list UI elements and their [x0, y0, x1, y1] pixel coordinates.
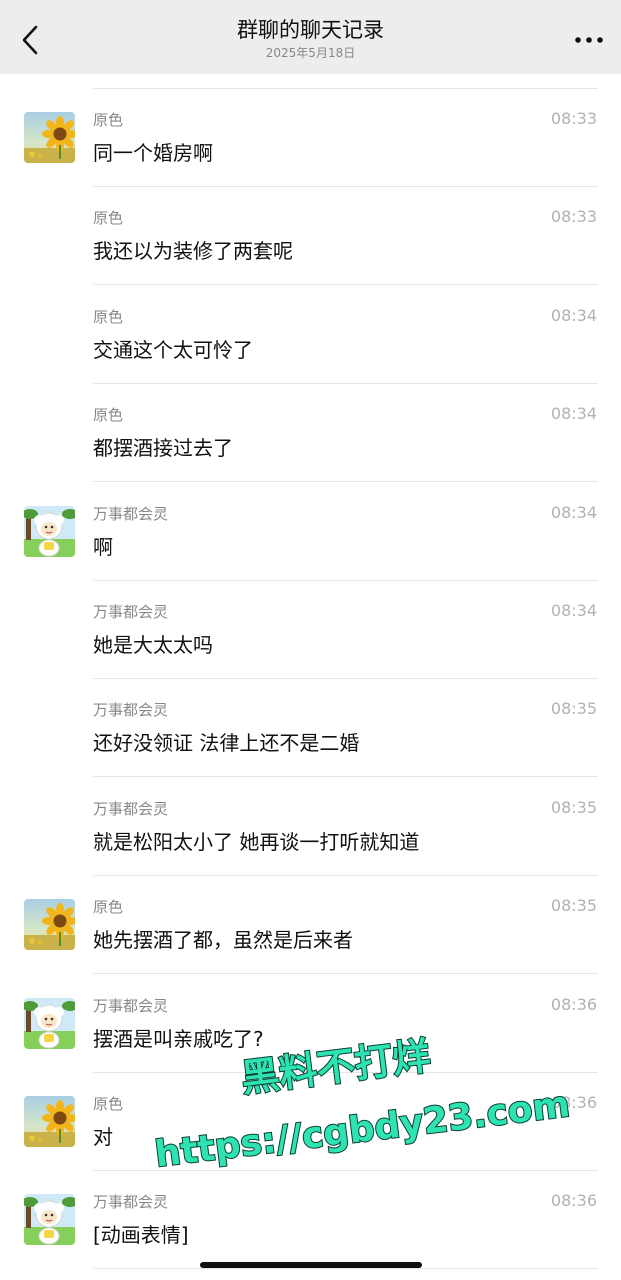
message-text[interactable]: 她先摆酒了都，虽然是后来者 [93, 926, 353, 954]
page-title: 群聊的聊天记录 [237, 18, 384, 42]
message-text[interactable]: 她是大太太吗 [93, 631, 213, 659]
back-button[interactable] [14, 20, 50, 60]
sender-name: 原色 [93, 1095, 124, 1113]
sender-name: 万事都会灵 [93, 799, 169, 818]
message-time: 08:35 [550, 797, 597, 817]
message-row[interactable]: 万事都会灵 08:36 [动画表情] [0, 1171, 621, 1270]
message-text[interactable]: [动画表情] [93, 1221, 189, 1249]
sender-name: 万事都会灵 [93, 701, 169, 720]
avatar-sheep-icon[interactable] [24, 505, 75, 557]
message-time: 08:34 [550, 601, 597, 620]
message-row[interactable]: 万事都会灵 08:36 摆酒是叫亲戚吃了? [0, 975, 621, 1073]
chevron-left-icon [22, 25, 38, 55]
more-horizontal-icon [575, 37, 603, 43]
avatar-sunflower-icon[interactable] [24, 899, 75, 951]
sender-name: 原色 [93, 898, 124, 917]
message-text[interactable]: 对 [93, 1123, 113, 1151]
message-time: 08:35 [550, 896, 597, 916]
message-time: 08:33 [550, 207, 597, 227]
title-block: 群聊的聊天记录 2025年5月18日 [100, 16, 521, 61]
message-time: 08:36 [550, 1093, 597, 1112]
nav-bar: 群聊的聊天记录 2025年5月18日 [0, 0, 621, 74]
message-row[interactable]: 万事都会灵 08:34 她是大太太吗 [0, 581, 621, 679]
message-time: 08:34 [550, 305, 597, 325]
message-text[interactable]: 都摆酒接过去了 [93, 434, 233, 462]
message-time: 08:34 [550, 404, 597, 424]
message-time: 08:33 [550, 109, 597, 128]
message-row[interactable]: 原色 08:33 同一个婚房啊 [0, 89, 621, 187]
message-text[interactable]: 同一个婚房啊 [93, 139, 213, 167]
sender-name: 原色 [93, 406, 124, 425]
home-indicator[interactable] [200, 1262, 422, 1268]
message-text[interactable]: 啊 [93, 533, 113, 561]
message-text[interactable]: 交通这个太可怜了 [93, 336, 253, 364]
message-text[interactable]: 我还以为装修了两套呢 [93, 237, 293, 265]
message-row[interactable]: 万事都会灵 08:35 就是松阳太小了 她再谈一打听就知道 [0, 778, 621, 876]
message-time: 08:35 [550, 699, 597, 719]
avatar-sunflower-icon[interactable] [24, 112, 75, 163]
more-button[interactable] [571, 25, 607, 55]
sender-name: 万事都会灵 [93, 603, 169, 621]
sender-name: 原色 [93, 307, 124, 326]
message-text[interactable]: 摆酒是叫亲戚吃了? [93, 1025, 264, 1053]
avatar-sheep-icon[interactable] [24, 997, 75, 1049]
sender-name: 万事都会灵 [93, 1193, 169, 1212]
sender-name: 万事都会灵 [93, 504, 169, 523]
chat-history-screen: 群聊的聊天记录 2025年5月18日 原色 08:33 同一个婚房啊 原色 08:33 我… [0, 0, 621, 1280]
message-time: 08:36 [550, 1191, 597, 1211]
message-row[interactable]: 原色 08:35 她先摆酒了都，虽然是后来者 [0, 876, 621, 975]
divider [93, 1268, 598, 1270]
message-row[interactable]: 万事都会灵 08:35 还好没领证 法律上还不是二婚 [0, 679, 621, 778]
avatar-sheep-icon[interactable] [24, 1194, 75, 1246]
message-row[interactable]: 万事都会灵 08:34 啊 [0, 483, 621, 581]
message-time: 08:34 [550, 502, 597, 522]
sender-name: 原色 [93, 111, 124, 129]
avatar-sunflower-icon[interactable] [24, 1096, 75, 1147]
page-date: 2025年5月18日 [265, 46, 356, 60]
message-text[interactable]: 还好没领证 法律上还不是二婚 [93, 729, 359, 757]
message-row[interactable]: 原色 08:36 对 [0, 1073, 621, 1171]
message-row[interactable]: 原色 08:34 交通这个太可怜了 [0, 286, 621, 384]
message-text[interactable]: 就是松阳太小了 她再谈一打听就知道 [93, 828, 419, 856]
sender-name: 原色 [93, 209, 124, 228]
message-row[interactable]: 原色 08:33 我还以为装修了两套呢 [0, 187, 621, 286]
message-time: 08:36 [550, 994, 597, 1014]
message-row[interactable]: 原色 08:34 都摆酒接过去了 [0, 384, 621, 483]
sender-name: 万事都会灵 [93, 996, 169, 1015]
